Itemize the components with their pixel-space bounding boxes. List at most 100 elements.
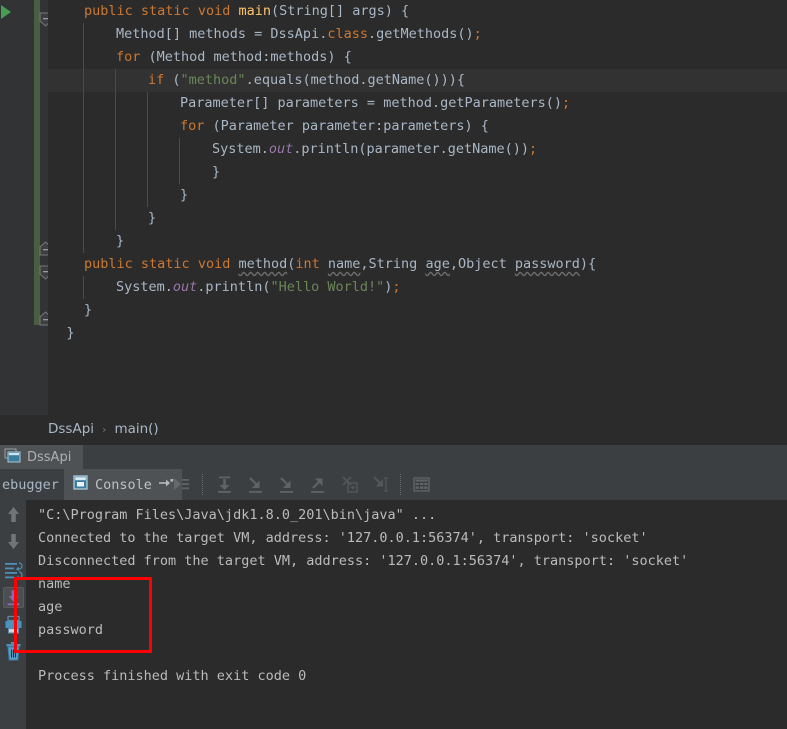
code-line[interactable]: System.out.println(parameter.getName()); bbox=[48, 138, 787, 161]
code-line[interactable]: for (Method method:methods) { bbox=[48, 46, 787, 69]
code-token: ){ bbox=[579, 256, 597, 272]
console-line: Process finished with exit code 0 bbox=[38, 668, 307, 684]
code-token: ( bbox=[172, 72, 181, 88]
console-side-toolbar bbox=[0, 500, 26, 729]
code-text-area[interactable]: public static void main(String[] args) {… bbox=[48, 0, 787, 415]
drop-frame-button[interactable] bbox=[340, 475, 359, 494]
code-editor[interactable]: public static void main(String[] args) {… bbox=[0, 0, 787, 415]
rerun-program-button[interactable] bbox=[172, 475, 191, 494]
breadcrumb[interactable]: DssApi › main() bbox=[0, 415, 787, 444]
trash-icon[interactable] bbox=[3, 641, 24, 662]
tab-debugger[interactable]: ebugger bbox=[0, 469, 69, 500]
code-token: (String[] args) { bbox=[270, 3, 410, 19]
toolbar-divider bbox=[400, 474, 402, 495]
code-line[interactable]: System.out.println("Hello World!"); bbox=[48, 276, 787, 299]
code-token: main bbox=[238, 3, 271, 19]
indent-guide bbox=[115, 161, 116, 184]
code-token: public bbox=[84, 256, 141, 272]
code-token: class bbox=[327, 26, 368, 42]
step-over-button[interactable] bbox=[215, 475, 234, 494]
code-token: public bbox=[84, 3, 141, 19]
run-gutter-arrow-icon[interactable] bbox=[0, 3, 16, 21]
code-token: if bbox=[148, 72, 173, 88]
code-line[interactable]: if ("method".equals(method.getName())){ bbox=[48, 69, 787, 92]
code-token: (Parameter parameter:parameters) { bbox=[212, 118, 489, 134]
code-token: ,String bbox=[360, 256, 426, 272]
code-token: } bbox=[116, 233, 125, 249]
printer-icon[interactable] bbox=[3, 614, 24, 635]
code-token: Parameter[] parameters = method.getParam… bbox=[180, 95, 563, 111]
step-into-button[interactable] bbox=[246, 475, 265, 494]
tab-console-label: Console bbox=[95, 476, 152, 493]
console-panel[interactable]: "C:\Program Files\Java\jdk1.8.0_201\bin\… bbox=[0, 500, 787, 729]
code-line[interactable]: public static void main(String[] args) { bbox=[48, 0, 787, 23]
indent-guide bbox=[83, 207, 84, 230]
code-token: password bbox=[514, 256, 580, 272]
code-token: System. bbox=[212, 141, 269, 157]
code-token: Method[] methods = DssApi. bbox=[116, 26, 328, 42]
indent-guide bbox=[147, 161, 148, 184]
code-line[interactable]: for (Parameter parameter:parameters) { bbox=[48, 115, 787, 138]
code-line[interactable]: } bbox=[48, 184, 787, 207]
indent-guide bbox=[147, 184, 148, 207]
indent-guide bbox=[147, 138, 148, 161]
code-token: out bbox=[268, 141, 294, 157]
indent-guide bbox=[115, 115, 116, 138]
indent-guide bbox=[83, 184, 84, 207]
code-token: } bbox=[84, 302, 93, 318]
code-line[interactable]: } bbox=[48, 230, 787, 253]
code-line[interactable]: } bbox=[48, 322, 787, 345]
code-token: } bbox=[212, 164, 221, 180]
scroll-to-end-icon[interactable] bbox=[3, 587, 24, 608]
indent-guide bbox=[115, 184, 116, 207]
indent-guide bbox=[147, 92, 148, 115]
code-line[interactable]: public static void method(int name,Strin… bbox=[48, 253, 787, 276]
console-line: password bbox=[38, 622, 104, 638]
code-line[interactable]: } bbox=[48, 299, 787, 322]
tab-console[interactable]: Console bbox=[64, 469, 182, 500]
indent-guide bbox=[83, 161, 84, 184]
code-token: for bbox=[116, 49, 149, 65]
indent-guide bbox=[83, 92, 84, 115]
code-token: .println(parameter.getName()) bbox=[293, 141, 529, 157]
code-token: ; bbox=[473, 26, 482, 42]
indent-guide bbox=[179, 161, 180, 184]
console-line: Connected to the target VM, address: '12… bbox=[38, 530, 648, 546]
console-output[interactable]: "C:\Program Files\Java\jdk1.8.0_201\bin\… bbox=[26, 500, 787, 729]
arrow-up-icon[interactable] bbox=[3, 504, 24, 525]
indent-guide bbox=[83, 115, 84, 138]
code-token: } bbox=[66, 325, 75, 341]
code-token: ; bbox=[529, 141, 538, 157]
step-out-button[interactable] bbox=[308, 475, 327, 494]
code-line[interactable]: Method[] methods = DssApi.class.getMetho… bbox=[48, 23, 787, 46]
force-step-into-button[interactable] bbox=[277, 475, 296, 494]
code-token: .println( bbox=[197, 279, 271, 295]
code-token: System. bbox=[116, 279, 173, 295]
console-command-line: "C:\Program Files\Java\jdk1.8.0_201\bin\… bbox=[38, 507, 437, 523]
code-token: } bbox=[148, 210, 157, 226]
run-tab-dssapi[interactable]: DssApi bbox=[0, 445, 84, 470]
indent-guide bbox=[147, 115, 148, 138]
indent-guide bbox=[179, 138, 180, 161]
code-token: void bbox=[197, 256, 239, 272]
console-window-icon bbox=[72, 474, 89, 495]
code-line[interactable]: Parameter[] parameters = method.getParam… bbox=[48, 92, 787, 115]
toolbar-divider bbox=[202, 474, 204, 495]
code-line[interactable]: } bbox=[48, 207, 787, 230]
code-token: int bbox=[295, 256, 328, 272]
arrow-down-icon[interactable] bbox=[3, 531, 24, 552]
indent-guide bbox=[115, 92, 116, 115]
code-line[interactable]: } bbox=[48, 161, 787, 184]
breadcrumb-class[interactable]: DssApi bbox=[48, 421, 94, 437]
evaluate-expression-button[interactable] bbox=[412, 475, 431, 494]
code-token: "Hello World!" bbox=[270, 279, 385, 295]
indent-guide bbox=[115, 138, 116, 161]
run-to-cursor-button[interactable] bbox=[371, 475, 390, 494]
console-line: "C:\Program Files\Java\jdk1.8.0_201\bin\… bbox=[26, 504, 787, 527]
code-token: .getMethods() bbox=[367, 26, 474, 42]
indent-guide bbox=[83, 276, 84, 299]
indent-guide bbox=[83, 138, 84, 161]
breadcrumb-method[interactable]: main() bbox=[114, 421, 158, 437]
editor-gutter[interactable] bbox=[0, 0, 52, 415]
soft-wrap-icon[interactable] bbox=[3, 560, 24, 581]
